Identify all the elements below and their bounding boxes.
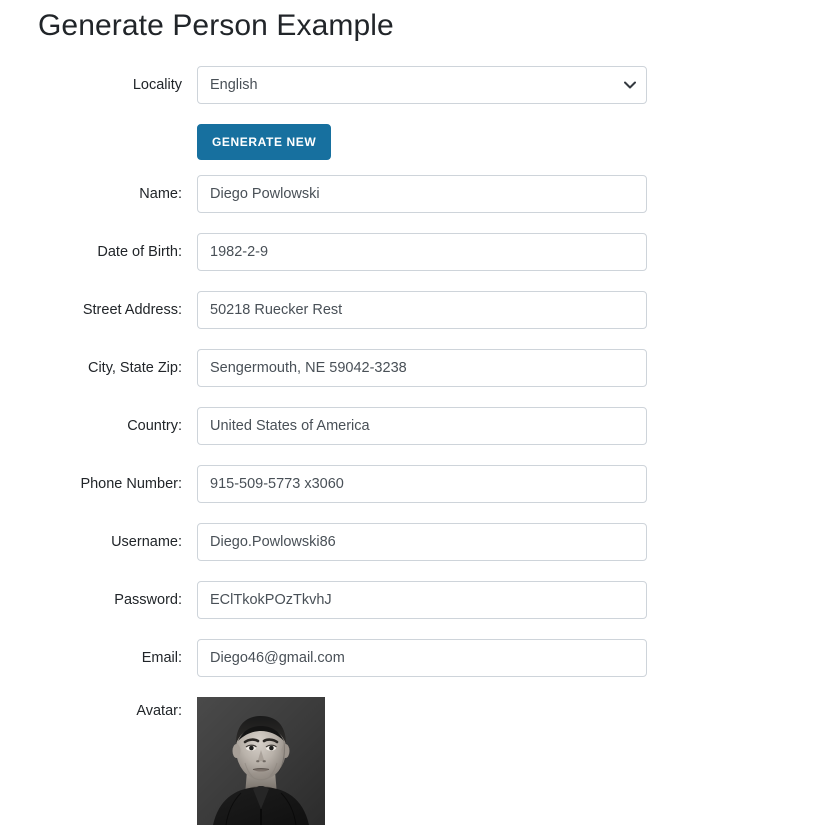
form-row-date-of-birth: Date of Birth: bbox=[0, 233, 831, 271]
country-control bbox=[197, 407, 647, 445]
username-control bbox=[197, 523, 647, 561]
email-input[interactable] bbox=[197, 639, 647, 677]
locality-select[interactable]: English bbox=[197, 66, 647, 104]
street-address-input[interactable] bbox=[197, 291, 647, 329]
street-address-control bbox=[197, 291, 647, 329]
name-input[interactable] bbox=[197, 175, 647, 213]
password-control bbox=[197, 581, 647, 619]
name-control bbox=[197, 175, 647, 213]
phone-number-label: Phone Number: bbox=[80, 476, 182, 492]
form-row-email: Email: bbox=[0, 639, 831, 677]
form-row-locality: Locality English bbox=[0, 66, 831, 104]
page-title: Generate Person Example bbox=[38, 9, 394, 42]
form-row-name: Name: bbox=[0, 175, 831, 213]
username-label: Username: bbox=[111, 534, 182, 550]
generate-control: Generate New bbox=[197, 124, 647, 160]
locality-select-wrap: English bbox=[197, 66, 647, 104]
form-row-country: Country: bbox=[0, 407, 831, 445]
date-of-birth-input[interactable] bbox=[197, 233, 647, 271]
country-label: Country: bbox=[127, 418, 182, 434]
page-root: Generate Person Example Locality English bbox=[0, 0, 831, 834]
avatar-label: Avatar: bbox=[136, 703, 182, 719]
avatar-portrait-photo bbox=[197, 697, 325, 825]
form-row-username: Username: bbox=[0, 523, 831, 561]
city-state-zip-label: City, State Zip: bbox=[87, 360, 182, 376]
form-row-city-state-zip: City, State Zip: bbox=[0, 349, 831, 387]
username-input[interactable] bbox=[197, 523, 647, 561]
form-row-generate: Generate New bbox=[0, 124, 831, 160]
form-row-phone-number: Phone Number: bbox=[0, 465, 831, 503]
form-row-avatar: Avatar: bbox=[0, 697, 831, 825]
locality-label: Locality bbox=[132, 77, 182, 93]
street-address-label: Street Address: bbox=[82, 302, 182, 318]
country-input[interactable] bbox=[197, 407, 647, 445]
avatar-control bbox=[197, 697, 647, 825]
city-state-zip-input[interactable] bbox=[197, 349, 647, 387]
email-label: Email: bbox=[141, 650, 182, 666]
form-row-street-address: Street Address: bbox=[0, 291, 831, 329]
password-label: Password: bbox=[114, 592, 182, 608]
phone-number-control bbox=[197, 465, 647, 503]
locality-control: English bbox=[197, 66, 647, 104]
form-row-password: Password: bbox=[0, 581, 831, 619]
generate-person-form: Locality English Generate New bbox=[0, 66, 831, 825]
email-control bbox=[197, 639, 647, 677]
name-label: Name: bbox=[139, 186, 182, 202]
date-of-birth-label: Date of Birth: bbox=[97, 244, 182, 260]
phone-number-input[interactable] bbox=[197, 465, 647, 503]
date-of-birth-control bbox=[197, 233, 647, 271]
city-state-zip-control bbox=[197, 349, 647, 387]
generate-new-button[interactable]: Generate New bbox=[197, 124, 332, 160]
password-input[interactable] bbox=[197, 581, 647, 619]
